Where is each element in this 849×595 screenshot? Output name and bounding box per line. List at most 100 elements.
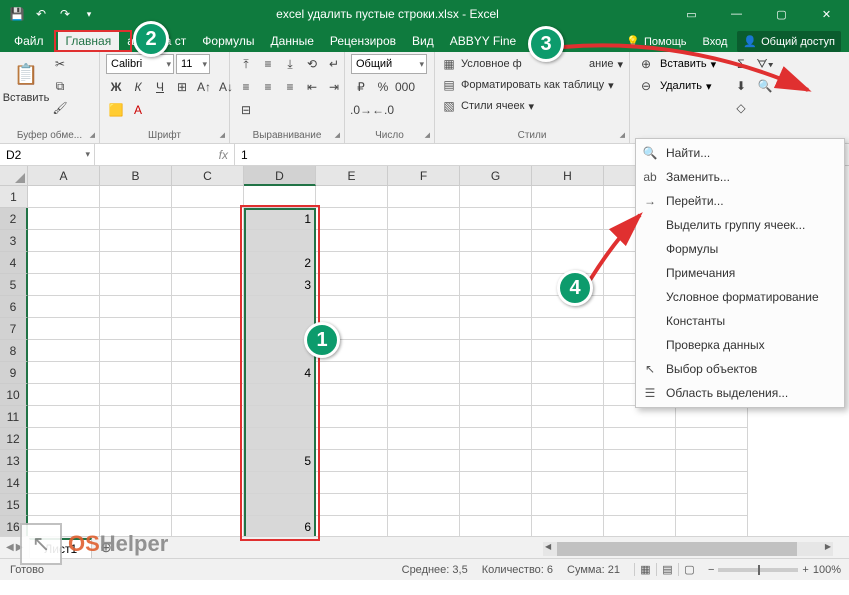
cell-C12[interactable] xyxy=(172,428,244,450)
col-header-E[interactable]: E xyxy=(316,166,388,186)
cell-B11[interactable] xyxy=(100,406,172,428)
merge-icon[interactable]: ⊟ xyxy=(236,100,256,120)
redo-icon[interactable]: ↷ xyxy=(54,3,76,25)
cell-H13[interactable] xyxy=(532,450,604,472)
cell-C14[interactable] xyxy=(172,472,244,494)
cell-I11[interactable] xyxy=(604,406,676,428)
cell-B5[interactable] xyxy=(100,274,172,296)
cell-E10[interactable] xyxy=(316,384,388,406)
close-button[interactable]: ✕ xyxy=(804,0,849,28)
cell-A13[interactable] xyxy=(28,450,100,472)
cell-A6[interactable] xyxy=(28,296,100,318)
cell-A14[interactable] xyxy=(28,472,100,494)
align-left-icon[interactable]: ≡ xyxy=(236,77,256,97)
font-color-icon[interactable]: A xyxy=(128,100,148,120)
row-header-6[interactable]: 6 xyxy=(0,296,28,318)
cell-B15[interactable] xyxy=(100,494,172,516)
row-header-11[interactable]: 11 xyxy=(0,406,28,428)
cell-C13[interactable] xyxy=(172,450,244,472)
cell-A2[interactable] xyxy=(28,208,100,230)
cell-J15[interactable] xyxy=(676,494,748,516)
view-switcher[interactable]: ▦▤▢ xyxy=(634,563,700,576)
cell-J14[interactable] xyxy=(676,472,748,494)
cell-A1[interactable] xyxy=(28,186,100,208)
cell-F9[interactable] xyxy=(388,362,460,384)
cell-C8[interactable] xyxy=(172,340,244,362)
col-header-G[interactable]: G xyxy=(460,166,532,186)
row-header-10[interactable]: 10 xyxy=(0,384,28,406)
cell-E9[interactable] xyxy=(316,362,388,384)
row-header-9[interactable]: 9 xyxy=(0,362,28,384)
cell-B14[interactable] xyxy=(100,472,172,494)
decrease-indent-icon[interactable]: ⇤ xyxy=(302,77,322,97)
cell-D9[interactable]: 4 xyxy=(244,362,316,384)
cell-G14[interactable] xyxy=(460,472,532,494)
cell-D13[interactable]: 5 xyxy=(244,450,316,472)
cell-E6[interactable] xyxy=(316,296,388,318)
cell-D2[interactable]: 1 xyxy=(244,208,316,230)
cell-G3[interactable] xyxy=(460,230,532,252)
cell-D5[interactable]: 3 xyxy=(244,274,316,296)
undo-icon[interactable]: ↶ xyxy=(30,3,52,25)
border-icon[interactable]: ⊞ xyxy=(172,77,192,97)
menu-item-6[interactable]: Условное форматирование xyxy=(636,285,844,309)
cell-C5[interactable] xyxy=(172,274,244,296)
cell-H8[interactable] xyxy=(532,340,604,362)
cell-D10[interactable] xyxy=(244,384,316,406)
cell-B7[interactable] xyxy=(100,318,172,340)
format-painter-icon[interactable]: 🖌 xyxy=(50,98,70,118)
cell-H7[interactable] xyxy=(532,318,604,340)
cell-A12[interactable] xyxy=(28,428,100,450)
cell-H1[interactable] xyxy=(532,186,604,208)
cell-B9[interactable] xyxy=(100,362,172,384)
cell-D12[interactable] xyxy=(244,428,316,450)
row-header-14[interactable]: 14 xyxy=(0,472,28,494)
menu-item-4[interactable]: Формулы xyxy=(636,237,844,261)
cell-D3[interactable] xyxy=(244,230,316,252)
cell-G10[interactable] xyxy=(460,384,532,406)
cell-H14[interactable] xyxy=(532,472,604,494)
tab-view[interactable]: Вид xyxy=(404,30,442,52)
row-header-2[interactable]: 2 xyxy=(0,208,28,230)
cell-E15[interactable] xyxy=(316,494,388,516)
cell-H16[interactable] xyxy=(532,516,604,536)
ribbon-options-icon[interactable]: ▭ xyxy=(669,0,714,28)
cell-G13[interactable] xyxy=(460,450,532,472)
cell-A5[interactable] xyxy=(28,274,100,296)
row-header-5[interactable]: 5 xyxy=(0,274,28,296)
cell-A10[interactable] xyxy=(28,384,100,406)
align-bottom-icon[interactable]: ⤓ xyxy=(280,54,300,74)
cell-G1[interactable] xyxy=(460,186,532,208)
cell-B12[interactable] xyxy=(100,428,172,450)
cell-G12[interactable] xyxy=(460,428,532,450)
cell-F10[interactable] xyxy=(388,384,460,406)
cell-A7[interactable] xyxy=(28,318,100,340)
fx-button[interactable]: fx xyxy=(95,144,235,165)
orientation-icon[interactable]: ⟲ xyxy=(302,54,322,74)
comma-icon[interactable]: 000 xyxy=(395,77,415,97)
copy-icon[interactable]: ⧉ xyxy=(50,76,70,96)
decrease-decimal-icon[interactable]: ←.0 xyxy=(373,100,393,120)
cell-C15[interactable] xyxy=(172,494,244,516)
cell-D6[interactable] xyxy=(244,296,316,318)
cell-D15[interactable] xyxy=(244,494,316,516)
cell-G8[interactable] xyxy=(460,340,532,362)
cell-D4[interactable]: 2 xyxy=(244,252,316,274)
cell-B13[interactable] xyxy=(100,450,172,472)
cell-C3[interactable] xyxy=(172,230,244,252)
menu-item-9[interactable]: ↖Выбор объектов xyxy=(636,357,844,381)
number-format-combo[interactable]: Общий xyxy=(351,54,427,74)
cell-B3[interactable] xyxy=(100,230,172,252)
cell-E13[interactable] xyxy=(316,450,388,472)
cell-A8[interactable] xyxy=(28,340,100,362)
cell-G2[interactable] xyxy=(460,208,532,230)
cell-C16[interactable] xyxy=(172,516,244,536)
zoom-control[interactable]: −+ 100% xyxy=(700,564,849,576)
cell-B6[interactable] xyxy=(100,296,172,318)
cell-H15[interactable] xyxy=(532,494,604,516)
paste-button[interactable]: 📋 Вставить xyxy=(6,54,46,104)
cell-F15[interactable] xyxy=(388,494,460,516)
menu-item-10[interactable]: ☰Область выделения... xyxy=(636,381,844,405)
cell-I16[interactable] xyxy=(604,516,676,536)
cell-C7[interactable] xyxy=(172,318,244,340)
